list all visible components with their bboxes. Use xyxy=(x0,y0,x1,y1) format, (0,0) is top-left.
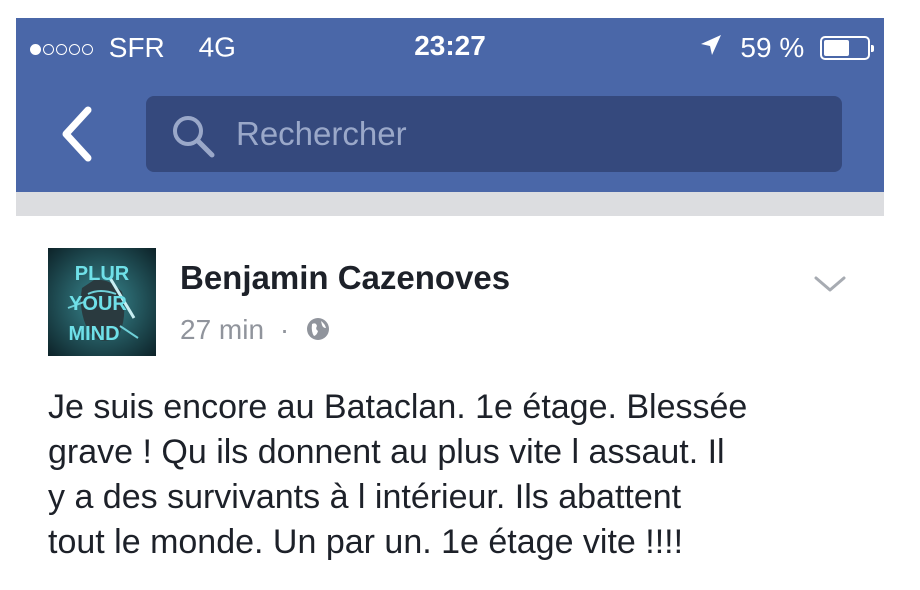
status-right: 59 % xyxy=(699,30,874,64)
location-arrow-icon xyxy=(699,32,723,64)
avatar-word-1: PLUR xyxy=(75,263,130,285)
avatar-word-2: YOUR xyxy=(69,293,127,315)
search-icon xyxy=(170,113,216,164)
search-placeholder: Rechercher xyxy=(236,115,407,152)
post-text: Je suis encore au Bataclan. 1e étage. Bl… xyxy=(48,385,878,565)
meta-separator: · xyxy=(279,314,290,345)
status-bar: SFR 4G 23:27 59 % xyxy=(16,18,884,74)
battery-percentage: 59 % xyxy=(740,31,805,63)
post-text-line: y a des survivants à l intérieur. Ils ab… xyxy=(48,478,682,516)
post-meta: 27 min · xyxy=(180,314,331,349)
post-text-line: tout le monde. Un par un. 1e étage vite … xyxy=(48,523,684,561)
chevron-left-icon xyxy=(62,106,92,162)
avatar-word-3: MIND xyxy=(68,323,119,345)
globe-icon xyxy=(305,316,331,349)
post-text-line: grave ! Qu ils donnent au plus vite l as… xyxy=(48,433,725,471)
navigation-bar: SFR 4G 23:27 59 % Rechercher xyxy=(16,18,884,192)
post-text-line: Je suis encore au Bataclan. 1e étage. Bl… xyxy=(48,388,748,426)
avatar[interactable]: PLUR YOUR MIND xyxy=(48,248,156,356)
feed-divider xyxy=(16,192,884,216)
post-time[interactable]: 27 min xyxy=(180,314,264,345)
battery-icon xyxy=(820,35,874,60)
post-options-button[interactable] xyxy=(812,272,848,301)
back-button[interactable] xyxy=(54,102,104,166)
author-name[interactable]: Benjamin Cazenoves xyxy=(180,259,510,297)
search-input[interactable]: Rechercher xyxy=(146,96,842,172)
chevron-down-icon xyxy=(814,276,846,292)
